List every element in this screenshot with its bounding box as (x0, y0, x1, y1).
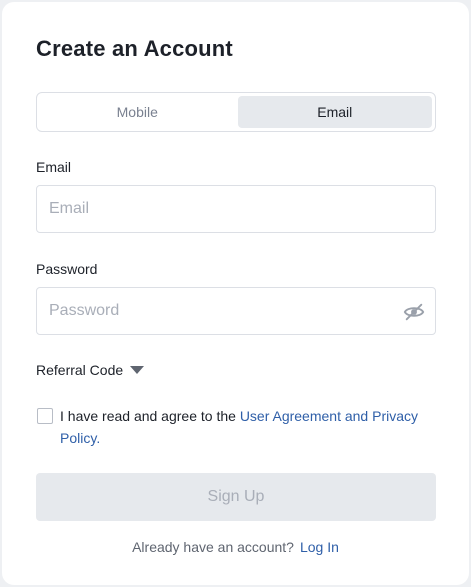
eye-slash-icon[interactable] (403, 301, 425, 323)
page-title: Create an Account (36, 36, 233, 61)
login-prompt-text: Already have an account? (132, 539, 294, 555)
caret-down-icon (130, 366, 145, 374)
password-field-wrapper (36, 287, 436, 335)
tab-mobile[interactable]: Mobile (40, 96, 235, 128)
agreement-prefix: I have read and agree to the (60, 408, 240, 424)
agreement-text: I have read and agree to the User Agreem… (60, 405, 440, 449)
log-in-link[interactable]: Log In (300, 539, 339, 555)
referral-code-toggle[interactable]: Referral Code (36, 362, 145, 378)
login-prompt: Already have an account? Log In (2, 539, 469, 555)
signup-card: Create an Account Mobile Email Email Pas… (2, 2, 469, 585)
sign-up-button[interactable]: Sign Up (36, 473, 436, 521)
password-label: Password (36, 261, 98, 277)
agreement-checkbox[interactable] (37, 408, 53, 424)
agreement-suffix: . (96, 430, 101, 446)
referral-code-label: Referral Code (36, 362, 124, 378)
email-field-wrapper (36, 185, 436, 233)
email-label: Email (36, 159, 72, 175)
password-field[interactable] (37, 288, 435, 334)
email-field[interactable] (37, 186, 435, 232)
signup-method-tabs: Mobile Email (36, 92, 436, 132)
tab-email[interactable]: Email (237, 96, 432, 128)
